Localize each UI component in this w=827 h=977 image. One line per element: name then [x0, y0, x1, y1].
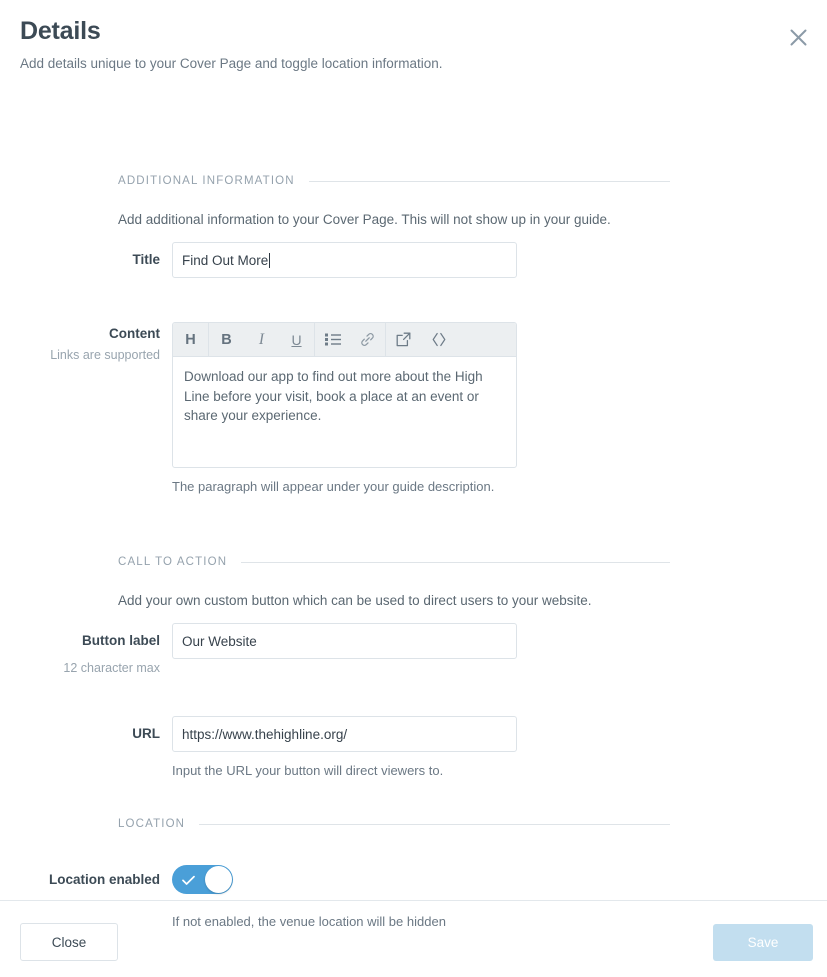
- section-description: Add additional information to your Cover…: [118, 212, 611, 227]
- title-input[interactable]: Find Out More: [172, 242, 517, 278]
- section-divider: [308, 180, 670, 182]
- close-button[interactable]: Close: [20, 923, 118, 961]
- field-row-content: Content Links are supported H B I U Down…: [0, 322, 517, 496]
- field-row-url: URL Input the URL your button will direc…: [0, 716, 517, 780]
- url-label: URL: [132, 726, 160, 741]
- section-header-additional-information: ADDITIONAL INFORMATION: [118, 173, 670, 189]
- button-label-sublabel: 12 character max: [63, 661, 160, 675]
- url-input[interactable]: [172, 716, 517, 752]
- content-sublabel: Links are supported: [50, 348, 160, 362]
- code-icon: [431, 332, 447, 347]
- details-modal: Details Add details unique to your Cover…: [0, 0, 827, 977]
- modal-footer: Close Save: [0, 900, 827, 977]
- section-call-to-action: CALL TO ACTION Add your own custom butto…: [0, 554, 827, 610]
- field-row-title: Title Find Out More: [0, 242, 517, 278]
- section-divider: [241, 561, 670, 563]
- url-help-text: Input the URL your button will direct vi…: [172, 763, 444, 778]
- section-divider: [199, 823, 670, 825]
- section-header-location: LOCATION: [118, 816, 670, 832]
- heading-icon-button[interactable]: H: [173, 323, 208, 357]
- content-label: Content: [109, 326, 160, 341]
- close-icon-button[interactable]: [783, 22, 813, 52]
- section-label: LOCATION: [118, 818, 186, 830]
- field-row-button-label: Button label 12 character max: [0, 623, 517, 677]
- section-header-call-to-action: CALL TO ACTION: [118, 554, 670, 570]
- modal-header: Details Add details unique to your Cover…: [0, 0, 827, 73]
- external-link-icon: [396, 332, 411, 347]
- link-icon: [359, 331, 376, 348]
- title-label: Title: [132, 252, 160, 267]
- title-input-value: Find Out More: [182, 252, 269, 268]
- section-additional-information: ADDITIONAL INFORMATION Add additional in…: [0, 173, 827, 229]
- underline-icon-button[interactable]: U: [279, 323, 314, 357]
- page-subtitle: Add details unique to your Cover Page an…: [20, 56, 443, 71]
- field-label-col-title: Title: [0, 242, 172, 278]
- field-label-col-content: Content Links are supported: [0, 322, 172, 496]
- section-label: ADDITIONAL INFORMATION: [118, 175, 295, 187]
- location-enabled-toggle[interactable]: [172, 865, 233, 894]
- external-link-icon-button[interactable]: [386, 323, 421, 357]
- field-label-col-button-label: Button label 12 character max: [0, 623, 172, 677]
- content-help-text: The paragraph will appear under your gui…: [172, 479, 495, 494]
- section-description: Add your own custom button which can be …: [118, 593, 592, 608]
- save-button[interactable]: Save: [713, 924, 813, 961]
- close-icon: [790, 29, 807, 46]
- text-caret: [269, 252, 271, 268]
- button-label-label: Button label: [82, 633, 160, 648]
- checkmark-icon: [182, 873, 195, 891]
- code-icon-button[interactable]: [421, 323, 456, 357]
- location-enabled-label: Location enabled: [48, 872, 160, 887]
- field-label-col-url: URL: [0, 716, 172, 780]
- content-rich-text-editor[interactable]: H B I U Download our app to find out mor…: [172, 322, 517, 468]
- toggle-knob: [205, 866, 232, 893]
- italic-icon-button[interactable]: I: [244, 323, 279, 357]
- content-textarea[interactable]: Download our app to find out more about …: [173, 357, 516, 467]
- bulleted-list-icon-button[interactable]: [315, 323, 350, 357]
- section-location: LOCATION: [0, 816, 827, 832]
- section-label: CALL TO ACTION: [118, 556, 228, 568]
- bold-icon-button[interactable]: B: [209, 323, 244, 357]
- editor-toolbar: H B I U: [173, 323, 516, 357]
- link-icon-button[interactable]: [350, 323, 385, 357]
- button-label-input[interactable]: [172, 623, 517, 659]
- page-title: Details: [20, 17, 101, 45]
- bulleted-list-icon: [324, 333, 341, 346]
